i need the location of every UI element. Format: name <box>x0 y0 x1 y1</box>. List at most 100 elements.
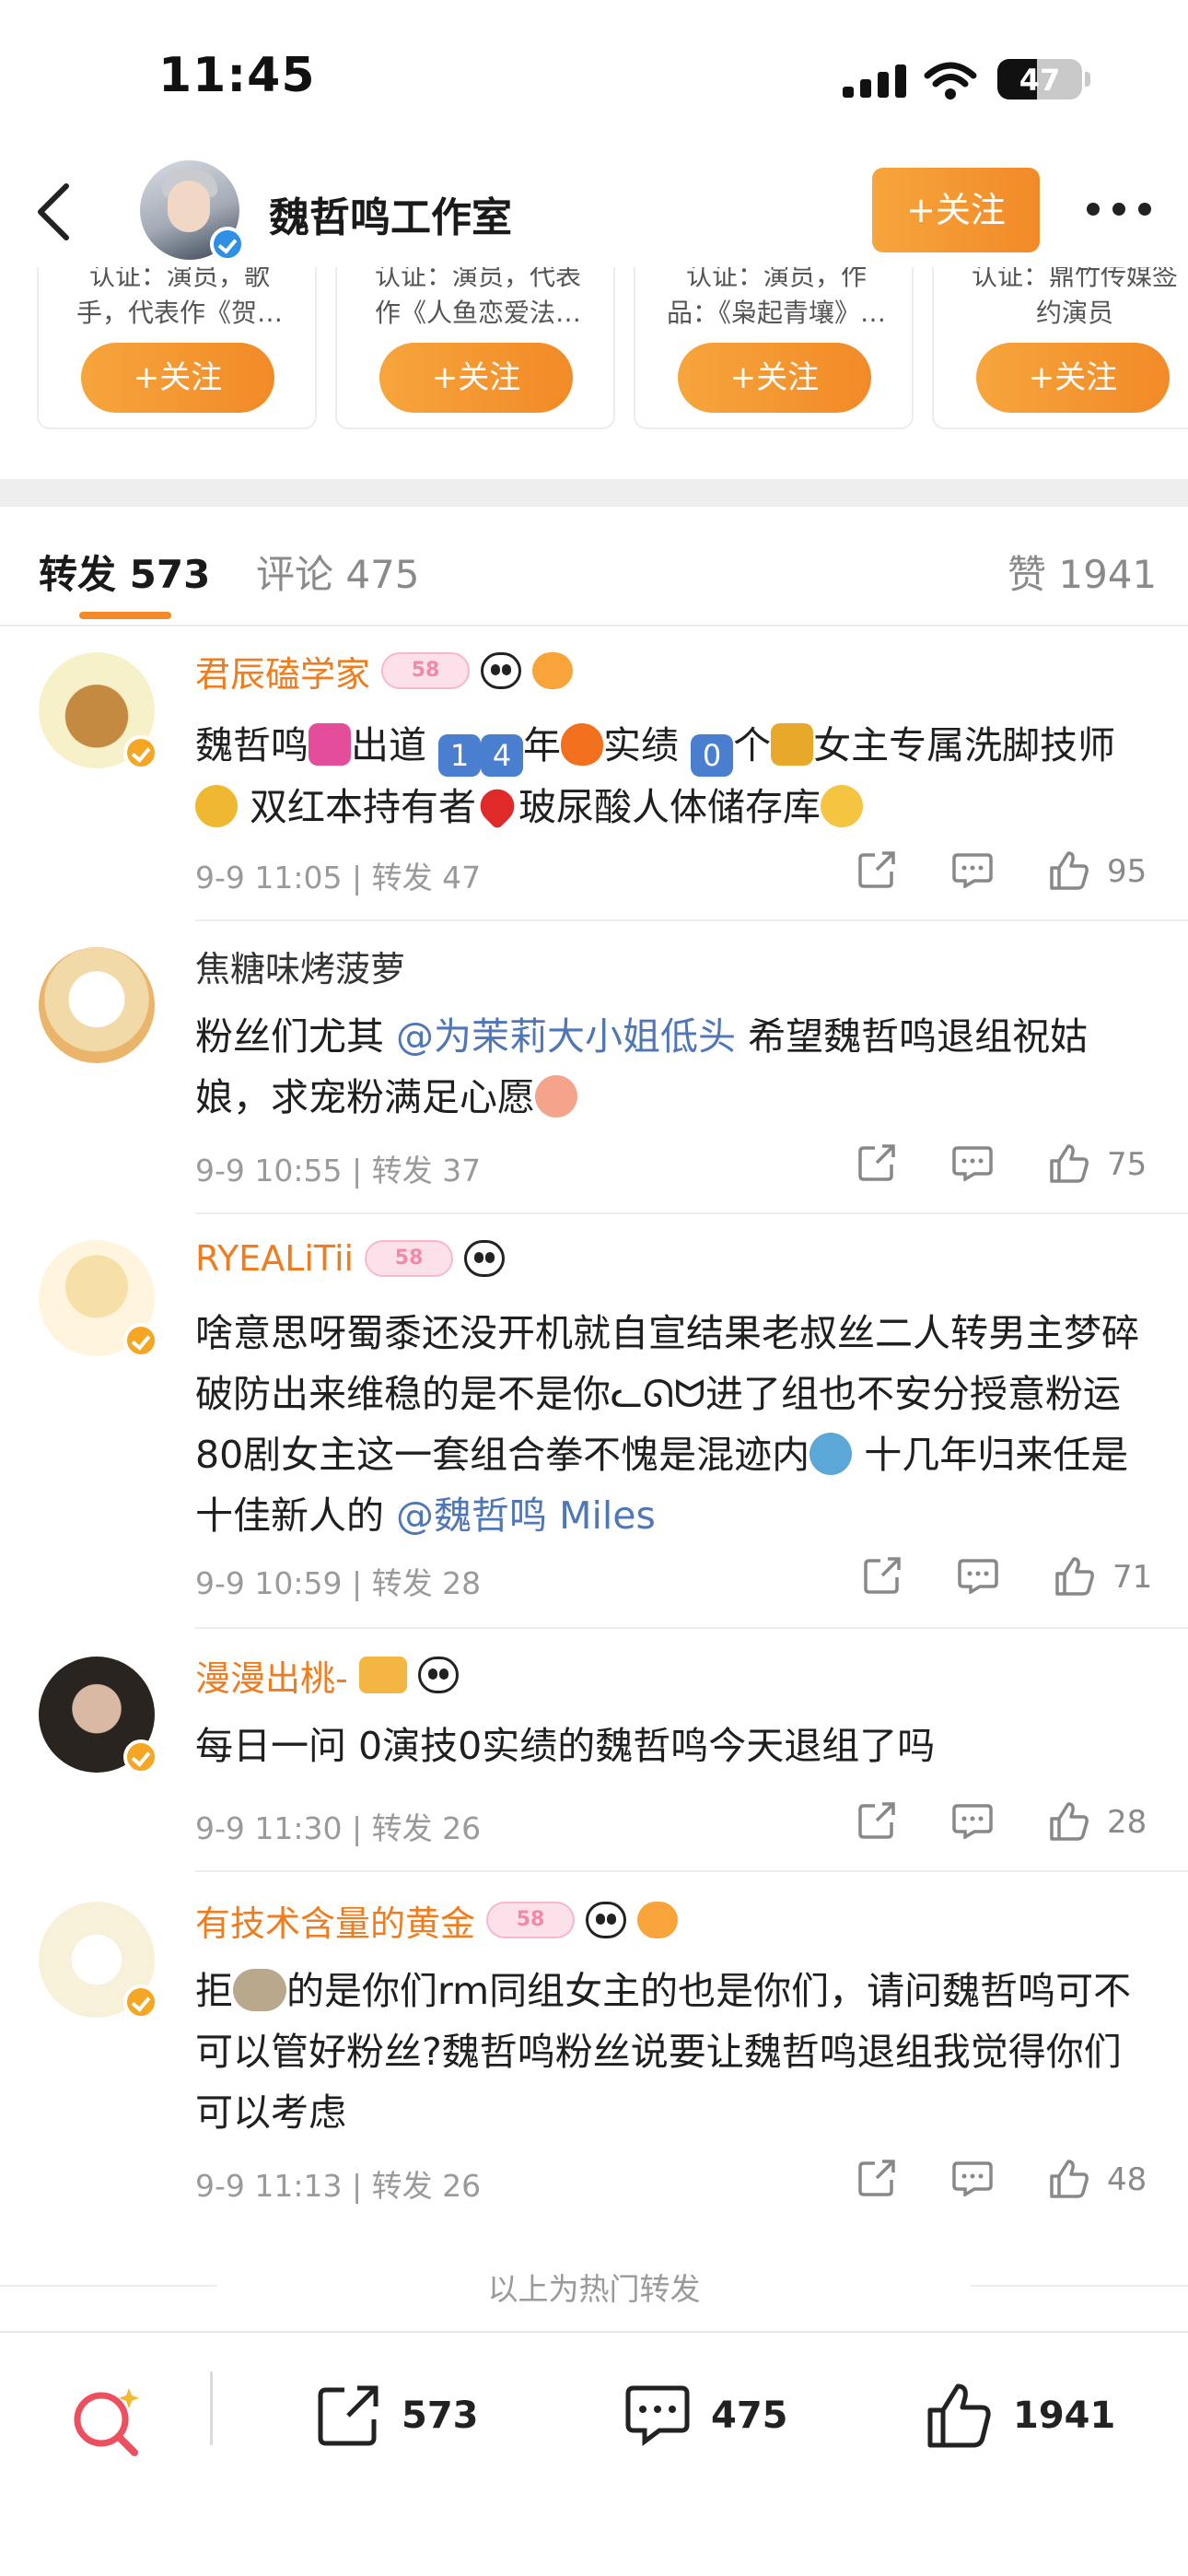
user-avatar[interactable] <box>39 947 155 1063</box>
repost-text: 魏哲鸣 出道 1 4 年实绩 0 个女主专属洗脚技师 双红本持有者 玻尿酸人体储存库 <box>195 723 1116 831</box>
user-avatar[interactable] <box>39 652 158 770</box>
item-divider <box>195 919 1188 921</box>
repost-meta: 9-9 10:59 | 转发 28 <box>195 1565 482 1601</box>
repost-count: 573 <box>402 2395 479 2437</box>
user-row: 有技术含量的黄金 58 <box>195 1894 679 1946</box>
card-follow-button[interactable]: +关注 <box>379 343 573 413</box>
section-divider <box>0 479 1188 507</box>
cellular-signal-icon <box>843 64 907 98</box>
back-arrow-icon[interactable] <box>28 177 83 247</box>
keycap-one-emoji: 1 <box>438 734 482 777</box>
avatar-face <box>168 181 210 232</box>
active-tab-indicator <box>79 612 171 619</box>
bottom-repost-button[interactable]: 573 <box>313 2379 479 2453</box>
yum-face-emoji-icon <box>821 785 864 827</box>
verified-badge-icon <box>123 735 158 770</box>
bottom-comment-button[interactable]: 475 <box>623 2379 788 2453</box>
like-icon[interactable] <box>1048 849 1090 892</box>
action-row: 95 <box>856 849 1151 896</box>
action-row: 71 <box>862 1555 1157 1601</box>
share-icon <box>318 2385 379 2446</box>
recommend-card[interactable]: 认证：演员，代表 作《人鱼恋爱法… +关注 <box>335 267 615 429</box>
repost-text: 每日一问 0演技0实绩的魏哲鸣今天退组了吗 <box>195 1724 936 1768</box>
user-avatar[interactable] <box>39 1240 158 1358</box>
recommend-card[interactable]: 认证：演员，作 品：《枭起青壤》… +关注 <box>634 267 914 429</box>
keycap-four-emoji: 4 <box>481 734 524 777</box>
card-description: 认证：鼎竹传媒签 约演员 <box>971 267 1178 328</box>
share-icon[interactable] <box>856 849 897 890</box>
battery-cap <box>1085 72 1090 87</box>
keycap-zero-emoji: 0 <box>691 734 734 777</box>
like-icon[interactable] <box>1048 1800 1090 1843</box>
tab-comments[interactable]: 评论 475 <box>256 544 420 600</box>
panda-icon <box>417 1657 459 1693</box>
card-description: 认证：演员，作 品：《枭起青壤》… <box>666 267 886 328</box>
fan-medal-badge: 58 <box>381 652 471 689</box>
username[interactable]: 有技术含量的黄金 <box>195 1895 475 1946</box>
studio-avatar[interactable] <box>140 160 245 262</box>
username[interactable]: 焦糖味烤菠萝 <box>195 941 405 991</box>
recommend-card[interactable]: 认证：鼎竹传媒签 约演员 +关注 <box>932 267 1188 429</box>
share-icon[interactable] <box>856 1800 897 1841</box>
comment-icon[interactable] <box>952 1802 993 1839</box>
like-count: 95 <box>1107 853 1147 890</box>
item-divider <box>195 1870 1188 1872</box>
item-divider <box>195 1212 1188 1214</box>
nav-header: 魏哲鸣工作室 +关注 <box>0 157 1188 267</box>
tab-likes[interactable]: 赞 1941 <box>1007 544 1157 600</box>
fan-medal-badge: 58 <box>486 1902 576 1938</box>
bottom-action-bar: 573 475 1941 <box>0 2331 1188 2576</box>
action-row: 75 <box>856 1142 1151 1188</box>
card-follow-button[interactable]: +关注 <box>81 343 274 413</box>
fish-emoji-icon <box>809 1433 853 1475</box>
repost-meta: 9-9 11:13 | 转发 26 <box>195 2168 482 2204</box>
like-icon[interactable] <box>1048 1142 1090 1185</box>
card-follow-button[interactable]: +关注 <box>678 343 871 413</box>
follow-button[interactable]: +关注 <box>872 168 1040 252</box>
user-avatar[interactable] <box>39 1657 158 1774</box>
user-avatar[interactable] <box>39 1902 158 2020</box>
more-options-icon[interactable] <box>1087 203 1151 217</box>
user-row: RYEALiTii 58 <box>195 1233 506 1284</box>
panda-icon <box>464 1240 506 1277</box>
panda-icon <box>586 1902 627 1938</box>
comment-icon[interactable] <box>952 851 993 888</box>
fish-icon <box>532 652 574 689</box>
bottom-divider <box>210 2371 213 2445</box>
tab-reposts[interactable]: 转发 573 <box>39 544 210 600</box>
wifi-icon <box>924 62 977 100</box>
page-title[interactable]: 魏哲鸣工作室 <box>269 184 512 243</box>
tab-bar: 转发 573 评论 475 赞 1941 <box>0 507 1188 626</box>
comment-icon[interactable] <box>952 1144 993 1181</box>
repost-text: 粉丝们尤其 @为茉莉大小姐低头 希望魏哲鸣退组祝姑娘，求宠粉满足心愿 <box>195 1014 1089 1119</box>
card-follow-button[interactable]: +关注 <box>976 343 1170 413</box>
like-count: 71 <box>1112 1559 1153 1596</box>
username[interactable]: 君辰磕学家 <box>195 646 370 697</box>
share-icon[interactable] <box>856 2158 897 2198</box>
user-row: 焦糖味烤菠萝 <box>195 940 405 991</box>
verified-badge-icon <box>210 227 245 262</box>
mention-link[interactable]: @为茉莉大小姐低头 <box>396 1014 736 1059</box>
comment-icon[interactable] <box>952 2160 993 2196</box>
like-icon[interactable] <box>1054 1555 1096 1598</box>
user-row: 君辰磕学家 58 <box>195 645 574 697</box>
username[interactable]: RYEALiTii <box>195 1238 354 1279</box>
username[interactable]: 漫漫出桃- <box>195 1650 348 1701</box>
medal-emoji-icon <box>195 785 238 827</box>
status-time: 11:45 <box>158 48 316 103</box>
bottom-like-button[interactable]: 1941 <box>925 2379 1115 2453</box>
share-icon[interactable] <box>862 1555 903 1596</box>
mention-link[interactable]: @魏哲鸣 Miles <box>396 1493 656 1538</box>
battery-level: 47 <box>1019 63 1061 98</box>
like-icon <box>927 2383 991 2448</box>
card-description: 认证：演员，歌 手，代表作《贺… <box>76 267 283 328</box>
like-icon[interactable] <box>1048 2158 1090 2200</box>
item-divider <box>195 1627 1188 1629</box>
comment-icon[interactable] <box>958 1557 998 1594</box>
recommend-card[interactable]: 认证：演员，歌 手，代表作《贺… +关注 <box>37 267 317 429</box>
search-icon[interactable] <box>68 2384 144 2460</box>
verified-badge-icon <box>123 1985 158 2020</box>
like-count: 1941 <box>1013 2395 1116 2437</box>
share-icon[interactable] <box>856 1142 897 1183</box>
verified-badge-icon <box>123 1739 158 1774</box>
